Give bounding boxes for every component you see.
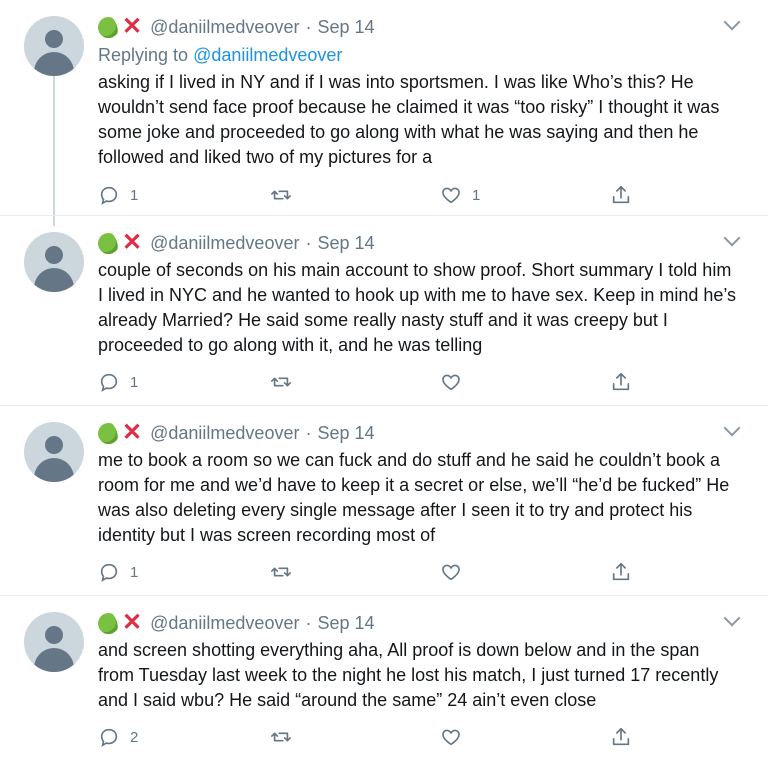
like-button[interactable] [440, 561, 462, 583]
share-button[interactable] [610, 561, 632, 583]
tweet-actions: 2 [98, 726, 638, 750]
reply-button[interactable]: 1 [98, 184, 138, 206]
retweet-icon [271, 567, 291, 577]
reply-count: 1 [130, 373, 139, 391]
tweet-text: me to book a room so we can fuck and do … [98, 450, 730, 545]
user-handle[interactable]: @daniilmedveover [150, 233, 299, 254]
separator-dot: · [305, 422, 312, 443]
tweet-3[interactable]: ✕ @daniilmedveover · Sep 14 me to book a… [0, 406, 768, 596]
retweet-button[interactable] [270, 371, 292, 393]
tweet-text: and screen shotting everything aha, All … [98, 640, 719, 710]
tweet-header: ✕ @daniilmedveover · Sep 14 [98, 421, 375, 445]
tennis-ball-emoji [98, 232, 119, 254]
tennis-ball-emoji [98, 612, 119, 634]
share-button[interactable] [610, 371, 632, 393]
share-icon [612, 727, 630, 746]
user-handle[interactable]: @daniilmedveover [150, 423, 299, 444]
like-button[interactable] [440, 726, 462, 748]
heart-icon [442, 187, 460, 204]
retweet-button[interactable] [270, 184, 292, 206]
avatar[interactable] [24, 612, 84, 672]
tweet-actions: 1 [98, 371, 638, 395]
reply-icon [100, 373, 118, 392]
reply-count: 2 [130, 728, 139, 746]
user-handle[interactable]: @daniilmedveover [150, 17, 299, 38]
share-button[interactable] [610, 184, 632, 206]
user-handle[interactable]: @daniilmedveover [150, 613, 299, 634]
chevron-down-icon[interactable] [723, 419, 741, 437]
tweet-text: couple of seconds on his main account to… [98, 260, 737, 355]
avatar[interactable] [24, 232, 84, 292]
replying-to: Replying to @daniilmedveover [98, 45, 342, 66]
separator-dot: · [305, 16, 312, 37]
reply-icon [100, 186, 118, 205]
like-button[interactable] [440, 371, 462, 393]
chevron-down-icon[interactable] [723, 609, 741, 627]
share-icon [612, 185, 630, 204]
separator-dot: · [305, 232, 312, 253]
reply-icon [100, 728, 118, 747]
red-x-emoji: ✕ [122, 13, 143, 40]
share-button[interactable] [610, 726, 632, 748]
red-x-emoji: ✕ [122, 229, 143, 256]
share-icon [612, 562, 630, 581]
heart-icon [442, 374, 460, 391]
tweet-date[interactable]: Sep 14 [317, 613, 374, 634]
heart-icon [442, 564, 460, 581]
tweet-date[interactable]: Sep 14 [317, 233, 374, 254]
reply-icon [100, 563, 118, 582]
tweet-actions: 1 1 [98, 184, 638, 208]
avatar[interactable] [24, 16, 84, 76]
tweet-actions: 1 [98, 561, 638, 585]
retweet-icon [271, 377, 291, 387]
tweet-header: ✕ @daniilmedveover · Sep 14 [98, 231, 375, 255]
replying-to-handle[interactable]: @daniilmedveover [193, 45, 342, 65]
chevron-down-icon[interactable] [723, 13, 741, 31]
tweet-4[interactable]: ✕ @daniilmedveover · Sep 14 and screen s… [0, 596, 768, 759]
avatar[interactable] [24, 422, 84, 482]
separator-dot: · [305, 612, 312, 633]
tennis-ball-emoji [98, 16, 119, 38]
retweet-icon [271, 732, 291, 742]
reply-count: 1 [130, 186, 139, 204]
tweet-header: ✕ @daniilmedveover · Sep 14 [98, 611, 375, 635]
retweet-button[interactable] [270, 726, 292, 748]
replying-to-label: Replying to [98, 45, 189, 65]
heart-icon [442, 729, 460, 746]
tweet-date[interactable]: Sep 14 [317, 423, 374, 444]
reply-count: 1 [130, 563, 139, 581]
tweet-date[interactable]: Sep 14 [317, 17, 374, 38]
like-count: 1 [472, 186, 481, 204]
reply-button[interactable]: 1 [98, 561, 138, 583]
red-x-emoji: ✕ [122, 609, 143, 636]
reply-button[interactable]: 2 [98, 726, 138, 748]
tweet-header: ✕ @daniilmedveover · Sep 14 [98, 15, 375, 39]
like-button[interactable]: 1 [440, 184, 480, 206]
retweet-button[interactable] [270, 561, 292, 583]
reply-button[interactable]: 1 [98, 371, 138, 393]
tweet-2[interactable]: ✕ @daniilmedveover · Sep 14 couple of se… [0, 216, 768, 406]
tweet-text: asking if I lived in NY and if I was int… [98, 72, 720, 167]
share-icon [612, 372, 630, 391]
retweet-icon [271, 190, 291, 200]
tennis-ball-emoji [98, 422, 119, 444]
chevron-down-icon[interactable] [723, 229, 741, 247]
red-x-emoji: ✕ [122, 419, 143, 446]
tweet-1[interactable]: ✕ @daniilmedveover · Sep 14 Replying to … [0, 0, 768, 216]
